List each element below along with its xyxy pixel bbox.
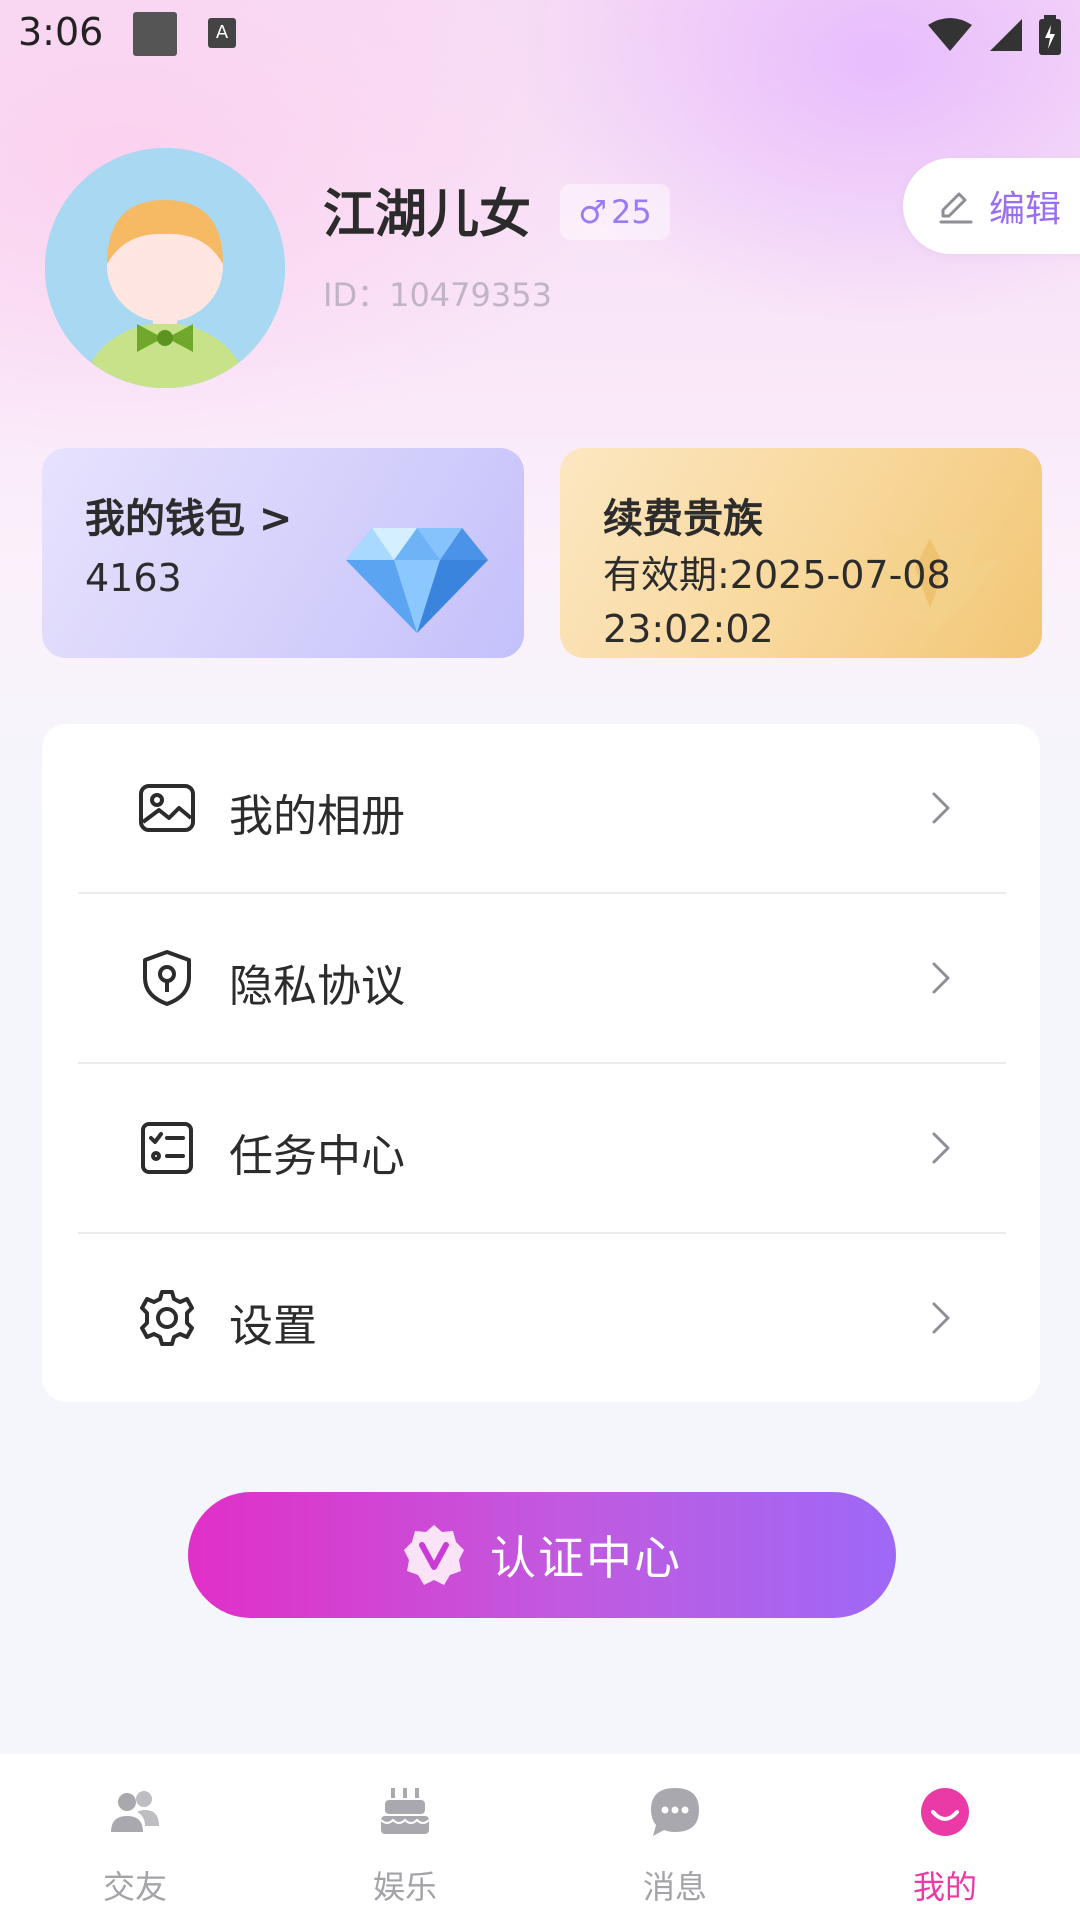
user-id: ID：10479353: [323, 276, 552, 314]
wallet-title: 我的钱包 >: [85, 496, 293, 542]
message-icon: [651, 1788, 699, 1836]
wallet-card[interactable]: 我的钱包 > 4163: [42, 448, 524, 658]
tab-label: 我的: [912, 1868, 977, 1906]
menu-item-label: 我的相册: [229, 791, 405, 842]
tab-entertainment[interactable]: 娱乐: [270, 1754, 540, 1920]
system-icons: [926, 10, 1062, 60]
gender-age-badge: ♂ 25: [560, 184, 670, 240]
diamond-icon: [346, 528, 488, 633]
menu-item-label: 隐私协议: [229, 961, 405, 1012]
status-time: 3:06: [18, 10, 104, 54]
pencil-icon: [939, 192, 973, 224]
menu-item-settings[interactable]: 设置: [42, 1234, 1040, 1402]
menu-item-privacy[interactable]: 隐私协议: [42, 894, 1040, 1062]
battery-icon: [1039, 15, 1061, 55]
keyboard-icon: A: [208, 18, 236, 48]
status-bar: 3:06 A: [0, 0, 1080, 70]
privacy-shield-icon: [143, 950, 191, 1006]
chevron-right-icon: [932, 792, 950, 824]
notification-square-icon: [133, 12, 177, 56]
menu-item-label: 设置: [229, 1301, 317, 1352]
chevron-right-icon: [932, 1302, 950, 1334]
menu-list: 我的相册 隐私协议 任务中心 设置: [42, 724, 1040, 1402]
tab-friends[interactable]: 交友: [0, 1754, 270, 1920]
tab-label: 娱乐: [372, 1868, 437, 1906]
tab-messages[interactable]: 消息: [540, 1754, 810, 1920]
tab-me[interactable]: 我的: [810, 1754, 1080, 1920]
certification-center-label: 认证中心: [490, 1531, 682, 1585]
age-value: 25: [610, 193, 652, 231]
vip-validity: 有效期:2025-07-08 23:02:02: [603, 548, 951, 656]
chevron-right-icon: [932, 962, 950, 994]
verified-badge-icon: [404, 1525, 464, 1585]
smile-icon: [921, 1788, 969, 1836]
certification-center-button[interactable]: 认证中心: [188, 1492, 896, 1618]
vip-title: 续费贵族: [603, 496, 763, 542]
user-name: 江湖儿女: [323, 185, 532, 245]
edit-profile-button[interactable]: 编辑: [903, 158, 1080, 254]
menu-item-label: 任务中心: [229, 1131, 405, 1182]
vip-validity-time: 23:02:02: [603, 607, 774, 651]
avatar-illustration: [45, 148, 285, 388]
male-icon: ♂: [578, 193, 607, 231]
vip-card[interactable]: 续费贵族 有效期:2025-07-08 23:02:02: [560, 448, 1042, 658]
tab-label: 交友: [102, 1868, 167, 1906]
menu-item-tasks[interactable]: 任务中心: [42, 1064, 1040, 1232]
friends-icon: [111, 1791, 159, 1832]
tab-label: 消息: [642, 1868, 707, 1906]
chevron-right-icon: [932, 1132, 950, 1164]
gear-icon: [140, 1290, 194, 1346]
bottom-tab-bar: 交友 娱乐 消息 我的: [0, 1754, 1080, 1920]
signal-icon: [990, 19, 1022, 51]
cake-icon: [380, 1788, 430, 1834]
vip-validity-date: 有效期:2025-07-08: [603, 553, 951, 597]
profile-header-background: [0, 0, 1080, 830]
menu-item-album[interactable]: 我的相册: [42, 724, 1040, 892]
wallet-balance: 4163: [85, 556, 182, 600]
edit-label: 编辑: [989, 189, 1062, 230]
avatar[interactable]: [45, 148, 285, 388]
album-icon: [139, 784, 195, 832]
task-list-icon: [141, 1122, 193, 1174]
wifi-icon: [928, 18, 972, 51]
